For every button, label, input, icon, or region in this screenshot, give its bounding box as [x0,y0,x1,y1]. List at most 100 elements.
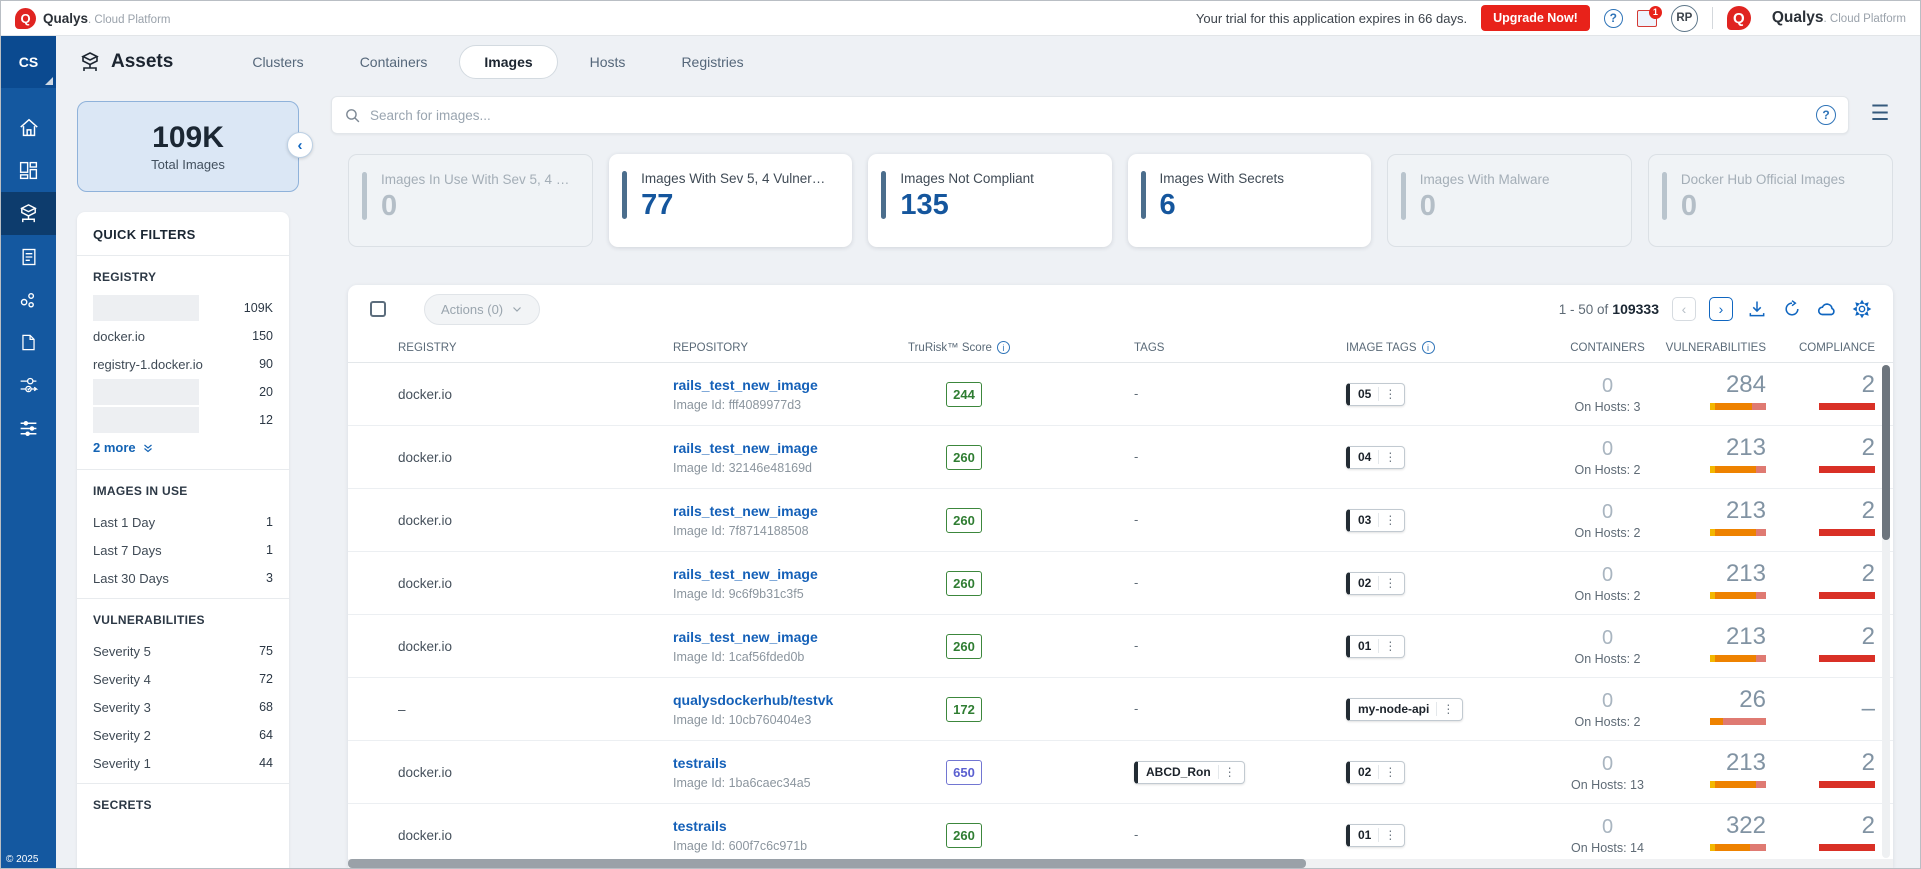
kebab-menu-icon[interactable]: ⋮ [1378,576,1401,590]
vulnerabilities-count[interactable]: 213 [1665,499,1766,523]
search-help-icon[interactable]: ? [1816,105,1836,125]
table-row[interactable]: docker.iorails_test_new_imageImage Id: 7… [348,489,1893,552]
sidebar-item-configurations[interactable] [1,407,56,450]
upgrade-now-button[interactable]: Upgrade Now! [1481,5,1590,31]
page-next-button[interactable]: › [1709,297,1733,321]
hamburger-menu-icon[interactable]: ☰ [1867,102,1893,128]
table-vertical-scrollbar[interactable] [1882,365,1890,858]
kebab-menu-icon[interactable]: ⋮ [1378,450,1401,464]
collapse-panel-button[interactable]: ‹ [287,132,313,158]
app-switcher-badge[interactable]: CS [1,36,56,88]
image-tag-chip[interactable]: 05⋮ [1346,383,1405,406]
column-header-imgtags[interactable]: IMAGE TAGSi [1346,341,1550,354]
repository-link[interactable]: testrails [673,818,908,834]
repository-link[interactable]: testrails [673,755,908,771]
kebab-menu-icon[interactable]: ⋮ [1378,765,1401,779]
filter-item[interactable]: registry-1.docker.io90 [93,350,273,378]
page-prev-button[interactable]: ‹ [1672,297,1696,321]
vulnerabilities-count[interactable]: 26 [1665,688,1766,712]
repository-link[interactable]: rails_test_new_image [673,629,908,645]
table-row[interactable]: docker.iorails_test_new_imageImage Id: f… [348,363,1893,426]
sidebar-item-dashboard[interactable] [1,149,56,192]
table-row[interactable]: docker.iorails_test_new_imageImage Id: 1… [348,615,1893,678]
compliance-count[interactable]: 2 [1790,751,1875,775]
select-all-checkbox[interactable] [370,301,386,317]
filter-item[interactable]: Severity 368 [93,693,273,721]
sidebar-item-documents[interactable] [1,321,56,364]
search-input[interactable] [370,108,1816,123]
stat-card-1[interactable]: Images With Sev 5, 4 Vulner…77 [609,154,852,247]
stat-card-2[interactable]: Images Not Compliant135 [868,154,1111,247]
filter-item[interactable]: 20 [93,378,273,406]
image-tag-chip[interactable]: 03⋮ [1346,509,1405,532]
filter-item[interactable]: 109K [93,294,273,322]
user-avatar[interactable]: RP [1671,5,1698,32]
show-more-link[interactable]: 2 more [93,440,273,455]
column-header-repo[interactable]: REPOSITORY [673,342,908,354]
help-icon[interactable]: ? [1604,9,1623,28]
table-row[interactable]: docker.iotestrailsImage Id: 1ba6caec34a5… [348,741,1893,804]
filter-item[interactable]: 12 [93,406,273,434]
kebab-menu-icon[interactable]: ⋮ [1378,387,1401,401]
sidebar-item-connections[interactable] [1,278,56,321]
sidebar-item-assets[interactable] [1,192,56,235]
table-horizontal-scrollbar[interactable] [348,859,1893,868]
repository-link[interactable]: rails_test_new_image [673,566,908,582]
image-tag-chip[interactable]: 01⋮ [1346,824,1405,847]
filter-item[interactable]: Last 30 Days3 [93,564,273,592]
sidebar-item-pipeline[interactable] [1,364,56,407]
compliance-count[interactable]: 2 [1790,436,1875,460]
vulnerabilities-count[interactable]: 213 [1665,751,1766,775]
image-tag-chip[interactable]: 04⋮ [1346,446,1405,469]
compliance-count[interactable]: 2 [1790,814,1875,838]
column-header-score[interactable]: TruRisk™ Scorei [908,341,1134,354]
compliance-count[interactable]: 2 [1790,499,1875,523]
vulnerabilities-count[interactable]: 213 [1665,436,1766,460]
compliance-count[interactable]: – [1790,697,1875,721]
kebab-menu-icon[interactable]: ⋮ [1378,828,1401,842]
repository-link[interactable]: qualysdockerhub/testvk [673,692,908,708]
compliance-count[interactable]: 2 [1790,373,1875,397]
filter-item[interactable]: Last 7 Days1 [93,536,273,564]
filter-item[interactable]: Severity 144 [93,749,273,777]
column-header-comp[interactable]: COMPLIANCE [1790,342,1893,354]
stat-card-4[interactable]: Images With Malware0 [1387,154,1632,247]
info-icon[interactable]: i [1422,341,1435,354]
column-header-tags[interactable]: TAGS [1134,342,1346,354]
kebab-menu-icon[interactable]: ⋮ [1218,765,1241,779]
stat-card-0[interactable]: Images In Use With Sev 5, 4 …0 [348,154,593,247]
vulnerabilities-count[interactable]: 322 [1665,814,1766,838]
filter-item[interactable]: Last 1 Day1 [93,508,273,536]
download-icon[interactable] [1746,298,1768,320]
stat-card-5[interactable]: Docker Hub Official Images0 [1648,154,1893,247]
tab-hosts[interactable]: Hosts [566,46,650,78]
filter-item[interactable]: Severity 472 [93,665,273,693]
column-header-containers[interactable]: CONTAINERS [1550,342,1665,354]
refresh-icon[interactable] [1781,298,1803,320]
compliance-count[interactable]: 2 [1790,625,1875,649]
kebab-menu-icon[interactable]: ⋮ [1378,639,1401,653]
column-header-registry[interactable]: REGISTRY [398,342,673,354]
column-header-vulns[interactable]: VULNERABILITIES [1665,342,1790,354]
image-tag-chip[interactable]: 01⋮ [1346,635,1405,658]
settings-gear-icon[interactable] [1851,298,1873,320]
sidebar-item-home[interactable] [1,106,56,149]
actions-dropdown[interactable]: Actions (0) [424,294,540,325]
tab-registries[interactable]: Registries [657,46,767,78]
table-row[interactable]: docker.iorails_test_new_imageImage Id: 3… [348,426,1893,489]
table-row[interactable]: docker.iotestrailsImage Id: 600f7c6c971b… [348,804,1893,867]
kebab-menu-icon[interactable]: ⋮ [1436,702,1459,716]
notifications-icon[interactable]: 1 [1637,10,1657,27]
vulnerabilities-count[interactable]: 284 [1665,373,1766,397]
repository-link[interactable]: rails_test_new_image [673,503,908,519]
table-row[interactable]: –qualysdockerhub/testvkImage Id: 10cb760… [348,678,1893,741]
image-tag-chip[interactable]: my-node-api⋮ [1346,698,1463,721]
kebab-menu-icon[interactable]: ⋮ [1378,513,1401,527]
tab-images[interactable]: Images [459,45,557,79]
filter-item[interactable]: docker.io150 [93,322,273,350]
vulnerabilities-count[interactable]: 213 [1665,625,1766,649]
image-tag-chip[interactable]: 02⋮ [1346,761,1405,784]
stat-card-3[interactable]: Images With Secrets6 [1128,154,1371,247]
tag-chip[interactable]: ABCD_Ron⋮ [1134,761,1245,784]
repository-link[interactable]: rails_test_new_image [673,440,908,456]
